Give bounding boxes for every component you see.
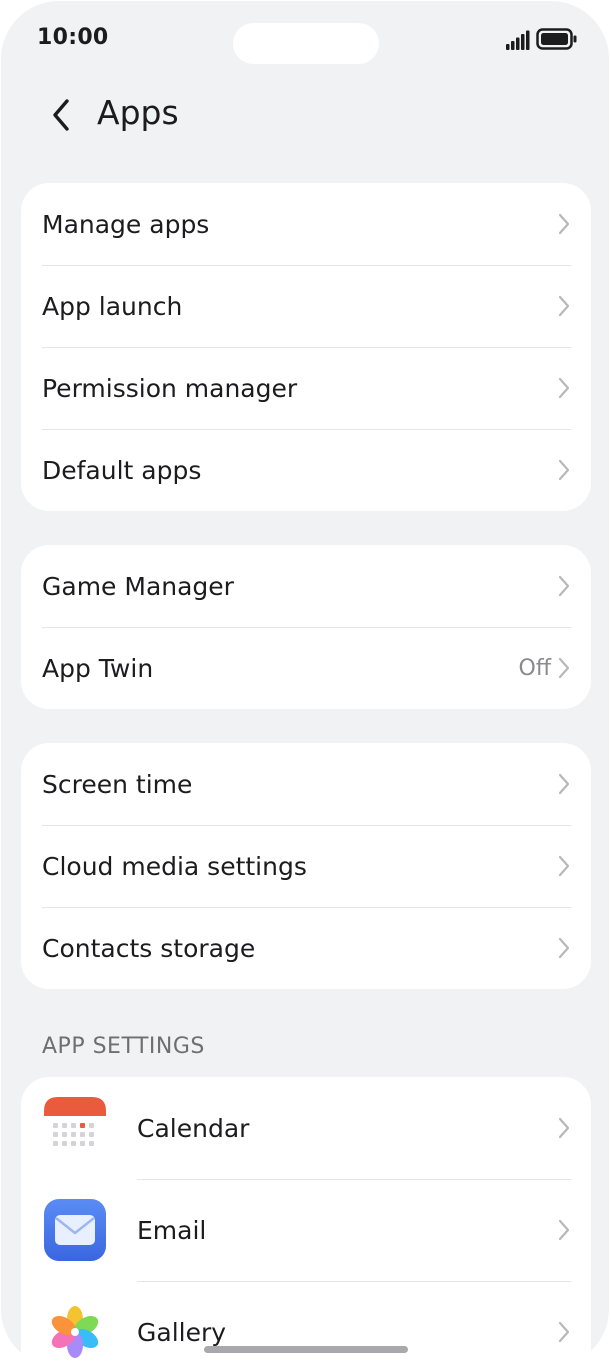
battery-icon xyxy=(536,28,577,50)
chevron-right-icon xyxy=(557,1218,571,1242)
row-label: Screen time xyxy=(42,769,193,799)
chevron-right-icon xyxy=(557,1116,571,1140)
row-label: Game Manager xyxy=(42,571,234,601)
back-arrow-icon xyxy=(53,99,69,131)
row-contacts-storage[interactable]: Contacts storage xyxy=(21,907,591,989)
app-twin-status: Off xyxy=(518,655,551,681)
chevron-right-icon xyxy=(557,294,571,318)
chevron-right-icon xyxy=(557,212,571,236)
chevron-right-icon xyxy=(557,1320,571,1344)
calendar-icon xyxy=(44,1097,106,1159)
row-manage-apps[interactable]: Manage apps xyxy=(21,183,591,265)
app-row-calendar[interactable]: Calendar xyxy=(21,1077,591,1179)
chevron-right-icon xyxy=(557,574,571,598)
row-default-apps[interactable]: Default apps xyxy=(21,429,591,511)
settings-group-apps: Manage apps App launch Permission manage… xyxy=(21,183,591,511)
gallery-icon xyxy=(44,1301,106,1363)
row-label: Manage apps xyxy=(42,209,210,239)
camera-pill xyxy=(233,23,379,64)
row-label: Contacts storage xyxy=(42,933,256,963)
section-header-app-settings: APP SETTINGS xyxy=(42,1034,205,1059)
chevron-right-icon xyxy=(557,656,571,680)
phone-screen: 10:00 Apps Manage apps App launch Permis… xyxy=(1,1,609,1367)
app-label: Gallery xyxy=(137,1317,227,1347)
row-screen-time[interactable]: Screen time xyxy=(21,743,591,825)
row-label: Default apps xyxy=(42,455,202,485)
cellular-signal-icon xyxy=(506,30,530,50)
app-row-email[interactable]: Email xyxy=(21,1179,591,1281)
chevron-right-icon xyxy=(557,772,571,796)
page-title: Apps xyxy=(97,93,179,132)
row-label: App launch xyxy=(42,291,183,321)
home-indicator[interactable] xyxy=(204,1346,408,1353)
back-button[interactable] xyxy=(41,95,81,135)
row-label: App Twin xyxy=(42,653,154,683)
row-permission-manager[interactable]: Permission manager xyxy=(21,347,591,429)
chevron-right-icon xyxy=(557,458,571,482)
app-label: Calendar xyxy=(137,1113,250,1143)
row-cloud-media-settings[interactable]: Cloud media settings xyxy=(21,825,591,907)
settings-group-misc: Screen time Cloud media settings Contact… xyxy=(21,743,591,989)
chevron-right-icon xyxy=(557,936,571,960)
app-row-gallery[interactable]: Gallery xyxy=(21,1281,591,1367)
email-icon xyxy=(44,1199,106,1261)
row-label: Cloud media settings xyxy=(42,851,307,881)
row-game-manager[interactable]: Game Manager xyxy=(21,545,591,627)
chevron-right-icon xyxy=(557,854,571,878)
row-app-launch[interactable]: App launch xyxy=(21,265,591,347)
app-label: Email xyxy=(137,1215,207,1245)
chevron-right-icon xyxy=(557,376,571,400)
row-app-twin[interactable]: App Twin Off xyxy=(21,627,591,709)
settings-group-game: Game Manager App Twin Off xyxy=(21,545,591,709)
row-label: Permission manager xyxy=(42,373,298,403)
status-time: 10:00 xyxy=(37,25,109,50)
app-settings-list: Calendar Email Gallery xyxy=(21,1077,591,1367)
